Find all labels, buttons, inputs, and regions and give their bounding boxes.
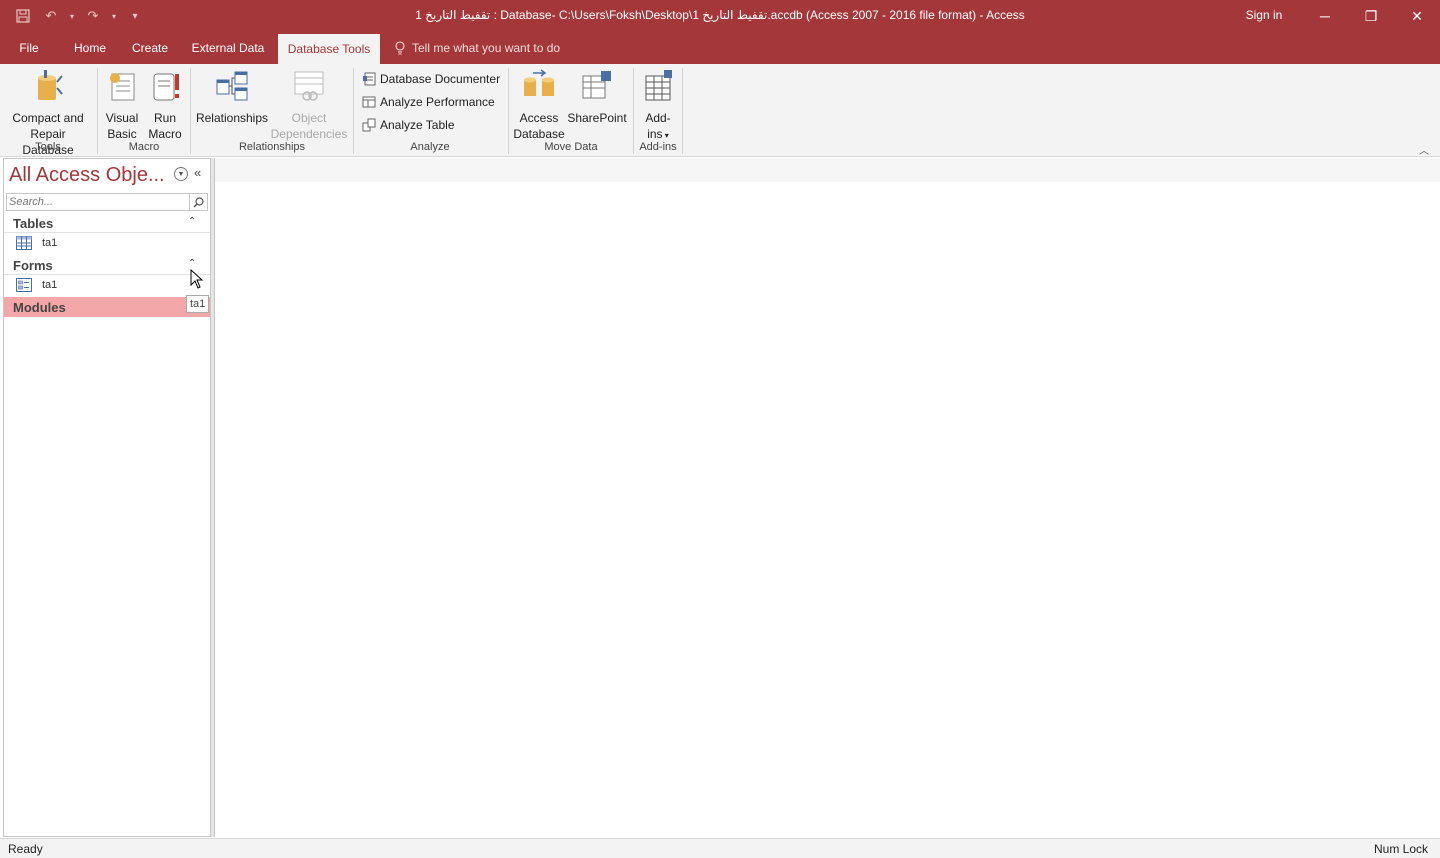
object-dependencies-line1: Object	[291, 111, 327, 125]
tell-me-box[interactable]: Tell me what you want to do	[394, 32, 560, 64]
analyze-performance-icon	[362, 96, 376, 108]
analyze-table-label: Analyze Table	[380, 118, 455, 132]
ribbon-tabs: File Home Create External Data Database …	[0, 32, 1440, 64]
num-lock-indicator: Num Lock	[1374, 842, 1429, 856]
run-macro-icon	[153, 73, 179, 101]
relationships-icon	[216, 71, 248, 101]
tab-home[interactable]: Home	[64, 32, 116, 64]
object-dependencies-button[interactable]: Object Dependencies	[270, 68, 348, 142]
add-ins-line1: Add-	[645, 111, 671, 125]
group-separator	[508, 68, 509, 154]
tell-me-text: Tell me what you want to do	[412, 41, 561, 55]
shutter-bar-close-icon[interactable]: «	[194, 165, 201, 180]
access-database-button[interactable]: Access Database	[512, 68, 566, 142]
run-macro-line1: Run	[153, 111, 176, 125]
section-label: Modules	[13, 300, 66, 315]
sharepoint-icon	[582, 71, 611, 99]
document-workspace	[215, 158, 1440, 837]
group-label-move-data: Move Data	[544, 141, 598, 153]
workspace-top-band	[215, 158, 1440, 182]
access-database-icon	[524, 69, 554, 96]
analyze-performance-button[interactable]: Analyze Performance	[362, 92, 495, 112]
nav-search-box	[6, 193, 208, 211]
access-database-line2: Database	[513, 127, 565, 141]
run-macro-button[interactable]: Run Macro	[145, 68, 185, 142]
sign-in-link[interactable]: Sign in	[1232, 8, 1296, 22]
database-documenter-label: Database Documenter	[380, 72, 501, 86]
analyze-performance-label: Analyze Performance	[380, 95, 495, 109]
tab-file[interactable]: File	[8, 32, 50, 64]
section-label: Tables	[13, 216, 54, 231]
tooltip: ta1	[186, 295, 210, 313]
group-separator	[97, 68, 98, 154]
group-separator	[353, 68, 354, 154]
group-separator	[682, 68, 683, 154]
lightbulb-icon	[395, 41, 405, 55]
nav-section-modules[interactable]: Modules	[4, 297, 210, 317]
group-label-relationships: Relationships	[238, 141, 306, 153]
visual-basic-button[interactable]: Visual Basic	[102, 68, 142, 142]
nav-pane-header[interactable]: All Access Obje...	[9, 164, 165, 187]
section-label: Forms	[13, 258, 53, 273]
ribbon: Compact and Repair Database Tools Visual…	[0, 64, 1440, 157]
run-macro-line2: Macro	[148, 127, 182, 141]
minimize-button[interactable]: ─	[1302, 0, 1348, 32]
visual-basic-icon	[110, 73, 135, 101]
group-separator	[633, 68, 634, 154]
table-icon	[16, 236, 32, 250]
navigation-pane: All Access Obje... ▼ « Tables ⌃ ta1 Form…	[3, 158, 211, 837]
search-input[interactable]	[9, 195, 187, 209]
nav-item-form[interactable]: ta1	[4, 275, 210, 295]
collapse-ribbon-icon[interactable]: ︿	[1419, 142, 1429, 157]
group-label-analyze: Analyze	[410, 141, 450, 153]
compact-line1: Compact and	[12, 111, 84, 125]
sharepoint-button[interactable]: SharePoint	[566, 68, 628, 126]
sharepoint-label: SharePoint	[567, 111, 627, 125]
nav-item-table[interactable]: ta1	[4, 233, 210, 253]
add-ins-line2: ins	[647, 127, 663, 141]
tab-external-data[interactable]: External Data	[186, 32, 270, 64]
relationships-button[interactable]: Relationships	[194, 68, 270, 126]
add-ins-button[interactable]: Add- ins ▾	[638, 68, 678, 144]
form-icon	[16, 278, 32, 292]
mouse-cursor-icon	[190, 269, 204, 289]
status-text: Ready	[8, 842, 43, 856]
analyze-table-button[interactable]: Analyze Table	[362, 115, 455, 135]
tab-database-tools[interactable]: Database Tools	[278, 34, 380, 64]
group-label-add-ins: Add-ins	[639, 141, 677, 153]
title-bar: ↶ ▾ ↷ ▾ ▾ تقفيط التاريخ 1 : Database- C:…	[0, 0, 1440, 32]
relationships-label: Relationships	[195, 111, 269, 125]
group-label-tools: Tools	[35, 141, 61, 153]
window-title: تقفيط التاريخ 1 : Database- C:\Users\Fok…	[415, 8, 1025, 22]
close-button[interactable]: ✕	[1394, 0, 1440, 32]
object-dependencies-line2: Dependencies	[270, 127, 348, 141]
compact-repair-icon	[38, 70, 63, 100]
object-dependencies-icon	[294, 71, 324, 101]
visual-basic-line2: Basic	[107, 127, 137, 141]
collapse-section-icon[interactable]: ⌃	[188, 258, 196, 269]
nav-menu-chevron-icon[interactable]: ▼	[174, 167, 188, 181]
nav-section-forms[interactable]: Forms ⌃	[4, 255, 210, 275]
search-icon[interactable]	[189, 194, 207, 210]
add-ins-icon	[645, 70, 672, 101]
documenter-icon	[363, 72, 376, 86]
visual-basic-line1: Visual	[105, 111, 139, 125]
restore-button[interactable]: ❐	[1348, 0, 1394, 32]
access-database-line1: Access	[519, 111, 559, 125]
status-bar: Ready Num Lock	[0, 838, 1440, 858]
group-label-macro: Macro	[128, 141, 160, 153]
database-documenter-button[interactable]: Database Documenter	[362, 69, 500, 89]
item-label: ta1	[42, 279, 58, 291]
nav-section-tables[interactable]: Tables ⌃	[4, 213, 210, 233]
item-label: ta1	[42, 237, 58, 249]
collapse-section-icon[interactable]: ⌃	[188, 216, 196, 227]
group-separator	[190, 68, 191, 154]
tab-create[interactable]: Create	[124, 32, 176, 64]
dropdown-arrow-icon: ▾	[662, 131, 669, 140]
analyze-table-icon	[362, 118, 376, 132]
